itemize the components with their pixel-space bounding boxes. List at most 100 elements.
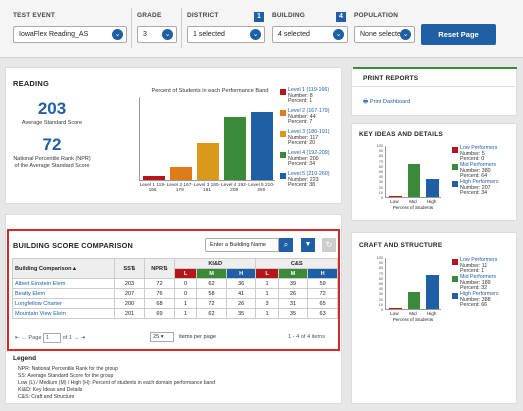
table-cell-kh: 36 bbox=[225, 278, 257, 289]
reading-bar bbox=[197, 143, 219, 180]
legend-entry[interactable]: Level 1 (119-166) Number: 8 Percent: 1 bbox=[288, 87, 329, 105]
table-cell-kl: 1 bbox=[173, 308, 198, 319]
table-cell-ch: 65 bbox=[307, 298, 338, 309]
population-select[interactable]: None selected ⌄ bbox=[354, 26, 415, 43]
col-kid-high[interactable]: H bbox=[225, 268, 257, 279]
legend-percent: Percent: 1 bbox=[288, 98, 313, 105]
col-npr[interactable]: NPR⇅ bbox=[144, 258, 175, 279]
table-cell-kl: 0 bbox=[173, 278, 198, 289]
reading-legend: Level 1 (119-166) Number: 8 Percent: 1 Leve… bbox=[280, 87, 340, 198]
table-row: Longfellow Charter 200 68 1 72 26 3 31 65 bbox=[12, 298, 338, 309]
col-kid-mid[interactable]: M bbox=[196, 268, 227, 279]
first-page-icon[interactable]: ⇤ bbox=[15, 335, 20, 341]
table-cell-km: 58 bbox=[196, 288, 227, 299]
building-name-link[interactable]: Albert Einstein Elem bbox=[12, 278, 115, 289]
district-value: 1 selected bbox=[193, 31, 225, 38]
test-event-label: TEST EVENT bbox=[13, 12, 56, 19]
building-name-link[interactable]: Longfellow Charter bbox=[12, 298, 115, 309]
building-label: BUILDING bbox=[272, 12, 306, 19]
chevron-down-icon: ▾ bbox=[160, 334, 164, 340]
table-cell-kl: 0 bbox=[173, 288, 198, 299]
col-cs-low[interactable]: L bbox=[255, 268, 279, 279]
table-cell-npr: 68 bbox=[144, 298, 175, 309]
test-event-value: IowaFlex Reading_AS bbox=[19, 31, 89, 38]
legend-entry[interactable]: High Performers Number: 207 Percent: 34 bbox=[460, 179, 499, 197]
key_ideas-y-tick-label: 60 bbox=[378, 164, 383, 169]
district-label: DISTRICT bbox=[187, 12, 219, 19]
legend-entry[interactable]: Mid Performers Number: 189 Percent: 32 bbox=[460, 274, 496, 292]
grade-select[interactable]: 3 ⌄ bbox=[137, 26, 177, 43]
page-of: of 1 bbox=[62, 335, 72, 341]
col-building[interactable]: Building Comparison▲ bbox=[12, 258, 115, 279]
divider bbox=[131, 8, 132, 48]
col-cs-mid[interactable]: M bbox=[277, 268, 309, 279]
craft-legend: Low Performers Number: 11 Percent: 1 Mid Pe… bbox=[452, 257, 514, 318]
printer-icon: 🖶 bbox=[363, 99, 369, 105]
reading-bar bbox=[251, 111, 274, 180]
legend-percent: Percent: 34 bbox=[288, 161, 316, 168]
print-dashboard-link[interactable]: 🖶 Print Dashboard bbox=[363, 97, 410, 107]
test-event-select[interactable]: IowaFlex Reading_AS ⌄ bbox=[13, 26, 127, 43]
key-ideas-title: KEY IDEAS AND DETAILS bbox=[359, 131, 443, 138]
craft-x-tick-label: High bbox=[426, 311, 437, 316]
craft-y-tick-label: 10 bbox=[378, 302, 383, 307]
table-cell-ch: 63 bbox=[307, 308, 338, 319]
legend-percent: Percent: 38 bbox=[288, 182, 316, 189]
last-page-icon[interactable]: ⇥ bbox=[81, 335, 86, 341]
table-cell-cm: 26 bbox=[277, 288, 309, 299]
print-dashboard-label: Print Dashboard bbox=[369, 99, 411, 105]
panel-accent-bar bbox=[353, 67, 517, 69]
col-building-label: Building Comparison bbox=[15, 265, 72, 272]
filter-icon[interactable]: ▼ bbox=[301, 238, 315, 252]
table-cell-kh: 35 bbox=[225, 308, 257, 319]
legend-line: SS: Average Standard Score for the group bbox=[18, 372, 114, 379]
key_ideas-y-tick-label: 90 bbox=[378, 149, 383, 154]
legend-entry[interactable]: Low Performers Number: 5 Percent: 0 bbox=[460, 145, 497, 163]
page-input[interactable]: 1 bbox=[43, 333, 62, 343]
district-select[interactable]: 1 selected ⌄ bbox=[187, 26, 265, 43]
search-icon[interactable]: ⌕ bbox=[279, 238, 293, 252]
craft-bar bbox=[407, 292, 421, 309]
legend-entry[interactable]: Level 4 (192-209) Number: 200 Percent: 34 bbox=[288, 150, 330, 168]
district-count-badge: 1 bbox=[254, 12, 264, 22]
refresh-icon[interactable]: ↻ bbox=[322, 238, 336, 252]
key_ideas-bar bbox=[426, 179, 439, 197]
legend-swatch bbox=[452, 276, 458, 282]
reading-x-tick-label: Level 4 192-209 bbox=[220, 183, 248, 194]
next-page-icon[interactable]: → bbox=[74, 335, 80, 341]
reset-page-button[interactable]: Reset Page bbox=[421, 24, 496, 45]
table-cell-cl: 1 bbox=[255, 288, 279, 299]
legend-swatch bbox=[280, 110, 286, 116]
col-ss[interactable]: SS⇅ bbox=[114, 258, 145, 279]
key_ideas-y-tick-label: 20 bbox=[378, 185, 383, 190]
reading-bar bbox=[169, 167, 192, 180]
col-kid-low[interactable]: L bbox=[173, 268, 198, 279]
table-cell-npr: 69 bbox=[144, 308, 175, 319]
building-name-link[interactable]: Mountain View Elem bbox=[12, 308, 115, 319]
key_ideas-y-tick-label: 10 bbox=[378, 190, 383, 195]
legend-entry[interactable]: High Performers Number: 388 Percent: 66 bbox=[460, 291, 499, 309]
legend-entry[interactable]: Level 2 (167-179) Number: 44 Percent: 7 bbox=[288, 108, 330, 126]
comparison-title: BUILDING SCORE COMPARISON bbox=[13, 241, 133, 250]
building-select[interactable]: 4 selected ⌄ bbox=[272, 26, 348, 43]
key_ideas-y-tick-label: 100 bbox=[376, 144, 383, 148]
legend-entry[interactable]: Low Performers Number: 11 Percent: 1 bbox=[460, 257, 497, 275]
col-npr-label: NPR bbox=[151, 265, 164, 272]
per-page-select[interactable]: 25 ▾ bbox=[150, 332, 174, 342]
reading-x-tick-label: Level 5 210-260 bbox=[248, 183, 275, 194]
legend-entry[interactable]: Level 5 (210-260) Number: 223 Percent: 38 bbox=[288, 171, 330, 189]
per-page-value: 25 bbox=[153, 334, 160, 340]
craft-plot-area bbox=[385, 258, 441, 310]
craft-bar bbox=[389, 308, 402, 309]
col-cs-high[interactable]: H bbox=[307, 268, 338, 279]
prev-page-icon[interactable]: ← bbox=[21, 335, 27, 341]
building-search-input[interactable]: Enter a Building Name bbox=[205, 238, 279, 252]
legend-entry[interactable]: Level 3 (180-191) Number: 117 Percent: 20 bbox=[288, 129, 330, 147]
legend-entry[interactable]: Mid Performers Number: 380 Percent: 64 bbox=[460, 162, 496, 180]
table-cell-km: 72 bbox=[196, 298, 227, 309]
table-cell-cl: 1 bbox=[255, 278, 279, 289]
key_ideas-x-tick-label: Low bbox=[390, 199, 399, 204]
building-name-link[interactable]: Beatty Elem bbox=[12, 288, 115, 299]
reading-x-tick-label: Level 3 180-191 bbox=[193, 183, 221, 194]
building-count-badge: 4 bbox=[336, 12, 346, 22]
